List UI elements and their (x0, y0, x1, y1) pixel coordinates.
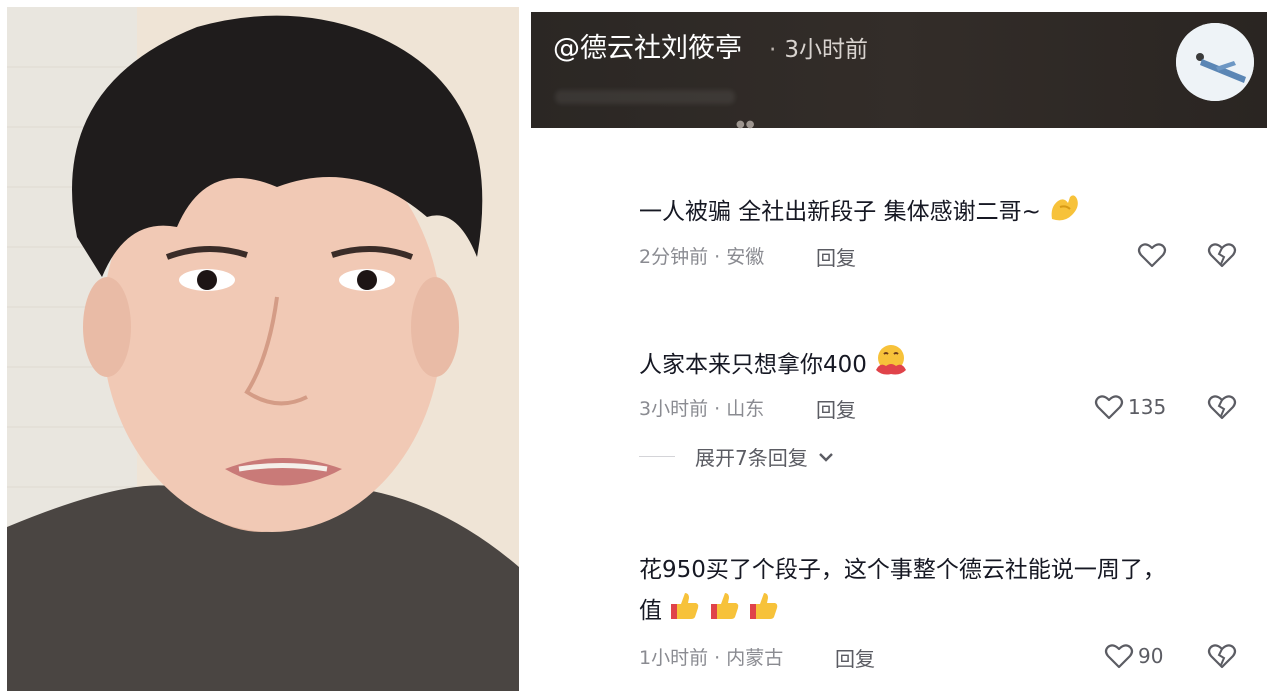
reply-button[interactable]: 回复 (816, 242, 856, 271)
heart-icon (1137, 243, 1167, 268)
heart-icon (1094, 395, 1124, 420)
post-header: @德云社刘筱亭 · 3小时前 ●● (531, 12, 1267, 130)
comment-meta: 3小时前 · 山东 (639, 398, 765, 420)
expand-replies-button[interactable]: 展开7条回复 (639, 442, 834, 471)
comment-item: 一人被骗 全社出新段子 集体感谢二哥~ 2分钟前 · 安徽 回复 (639, 192, 1259, 272)
comment-meta: 2分钟前 · 安徽 (639, 246, 765, 268)
comment-item: 花950买了个段子，这个事整个德云社能说一周了， 值 1小时前 · 内蒙古 回复 (639, 550, 1259, 690)
comment-text-line: 花950买了个段子，这个事整个德云社能说一周了， (639, 557, 1166, 583)
broken-heart-icon (1207, 395, 1237, 420)
video-frame-photo (7, 7, 519, 691)
expand-replies-label: 展开7条回复 (695, 446, 808, 470)
blurred-caption (555, 90, 735, 104)
chevron-down-icon (818, 452, 833, 462)
post-username[interactable]: @德云社刘筱亭 (553, 26, 742, 65)
comment-text-content: 值 (639, 598, 662, 624)
comment-meta: 1小时前 · 内蒙古 (639, 647, 784, 669)
thumbs-up-emoji-icon (671, 593, 699, 619)
post-time: · 3小时前 (769, 30, 868, 64)
broken-heart-icon (1207, 644, 1237, 669)
more-dots-icon[interactable]: ●● (736, 119, 755, 130)
post-time-text: 3小时前 (784, 37, 868, 63)
comment-text-content: 一人被骗 全社出新段子 集体感谢二哥~ (639, 199, 1041, 225)
dislike-button[interactable] (1207, 393, 1237, 425)
separator-dot: · (769, 37, 777, 63)
comment-text: 一人被骗 全社出新段子 集体感谢二哥~ (639, 192, 1259, 232)
heart-icon (1104, 644, 1134, 669)
thumbs-up-emoji-icon (710, 593, 738, 619)
comment-screenshot: @德云社刘筱亭 · 3小时前 ●● 一人被骗 全社出新段子 集体感谢二哥~ 2分钟… (531, 12, 1267, 698)
comment-text: 人家本来只想拿你400 (639, 344, 1259, 385)
reply-button[interactable]: 回复 (835, 643, 875, 672)
reply-button[interactable]: 回复 (816, 394, 856, 423)
like-button[interactable]: 90 (1104, 642, 1163, 670)
comment-item: 人家本来只想拿你400 3小时前 · 山东 回复 135 (639, 344, 1259, 424)
avatar[interactable] (1176, 23, 1254, 101)
avatar-figure-icon (1176, 23, 1254, 101)
comment-text-line: 值 (639, 590, 1259, 631)
dislike-button[interactable] (1207, 642, 1237, 674)
like-count: 135 (1128, 395, 1167, 419)
thumbs-up-emoji-icon (749, 593, 778, 619)
like-count: 90 (1138, 644, 1164, 668)
divider (639, 456, 675, 457)
comment-text: 花950买了个段子，这个事整个德云社能说一周了， 值 (639, 550, 1259, 631)
comment-text-content: 人家本来只想拿你400 (639, 352, 867, 378)
like-button[interactable] (1137, 241, 1171, 269)
person-portrait-illustration (7, 7, 519, 691)
dislike-button[interactable] (1207, 241, 1237, 273)
like-button[interactable]: 135 (1094, 393, 1166, 421)
broken-heart-icon (1207, 243, 1237, 268)
pinch-hand-emoji-icon (1051, 195, 1079, 221)
hugging-face-emoji-icon (876, 345, 907, 375)
